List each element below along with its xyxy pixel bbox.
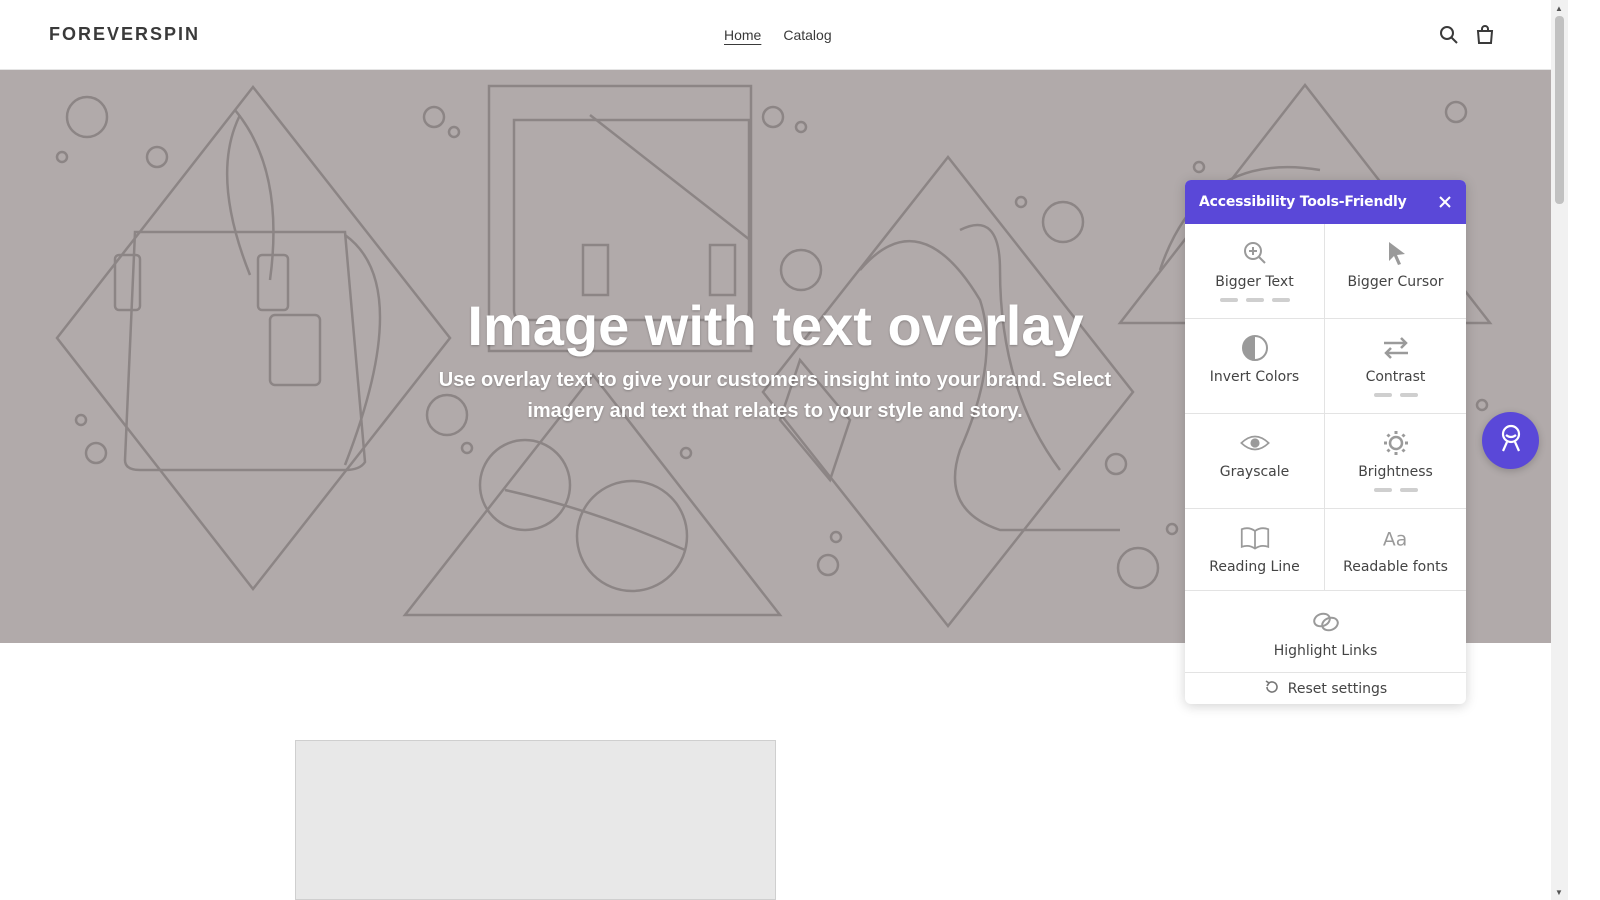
- reset-icon: [1264, 679, 1280, 699]
- nav-catalog-link[interactable]: Catalog: [783, 27, 831, 43]
- brightness-label: Brightness: [1358, 464, 1433, 480]
- reset-settings-label: Reset settings: [1287, 681, 1388, 697]
- page-scrollbar[interactable]: ▲ ▼: [1551, 0, 1568, 900]
- sun-icon: [1381, 428, 1411, 458]
- nav-home-link[interactable]: Home: [724, 27, 761, 43]
- contrast-label: Contrast: [1365, 369, 1426, 385]
- scroll-down-icon[interactable]: ▼: [1555, 888, 1563, 897]
- zoom-in-icon: [1240, 238, 1270, 268]
- bigger-cursor-label: Bigger Cursor: [1347, 274, 1444, 290]
- accessibility-toggle-button[interactable]: [1482, 412, 1539, 469]
- swap-arrows-icon: [1381, 333, 1411, 363]
- site-logo[interactable]: FOREVERSPIN: [49, 24, 200, 45]
- bigger-cursor-button[interactable]: Bigger Cursor: [1325, 224, 1466, 319]
- bigger-text-label: Bigger Text: [1215, 274, 1294, 290]
- level-indicator: [1373, 488, 1418, 492]
- readable-fonts-label: Readable fonts: [1343, 559, 1448, 575]
- invert-colors-label: Invert Colors: [1209, 369, 1300, 385]
- hero-subtitle: Use overlay text to give your customers …: [438, 369, 1112, 422]
- accessibility-panel-header: Accessibility Tools-Friendly: [1185, 180, 1466, 224]
- reset-settings-button[interactable]: Reset settings: [1185, 673, 1466, 704]
- half-circle-icon: [1240, 333, 1270, 363]
- level-indicator: [1219, 298, 1290, 302]
- accessibility-person-icon: [1497, 423, 1525, 458]
- readable-fonts-button[interactable]: Aa Readable fonts: [1325, 509, 1466, 591]
- brightness-button[interactable]: Brightness: [1325, 414, 1466, 509]
- bigger-text-button[interactable]: Bigger Text: [1185, 224, 1325, 319]
- accessibility-panel-title: Accessibility Tools-Friendly: [1199, 194, 1407, 210]
- reading-line-label: Reading Line: [1209, 559, 1300, 575]
- grayscale-button[interactable]: Grayscale: [1185, 414, 1325, 509]
- scroll-up-icon[interactable]: ▲: [1555, 4, 1563, 13]
- main-nav: Home Catalog: [724, 27, 832, 43]
- image-placeholder: [295, 740, 776, 900]
- contrast-button[interactable]: Contrast: [1325, 319, 1466, 414]
- site-header: FOREVERSPIN Home Catalog: [0, 0, 1551, 70]
- cart-icon[interactable]: [1474, 24, 1496, 46]
- link-icon: [1311, 607, 1341, 637]
- cursor-icon: [1381, 238, 1411, 268]
- reading-line-button[interactable]: Reading Line: [1185, 509, 1325, 591]
- accessibility-panel: Accessibility Tools-Friendly Bigger Text…: [1185, 180, 1466, 704]
- svg-text:Aa: Aa: [1382, 530, 1406, 551]
- highlight-links-button[interactable]: Highlight Links: [1185, 591, 1466, 673]
- font-aa-icon: Aa: [1381, 523, 1411, 553]
- book-icon: [1240, 523, 1270, 553]
- eye-icon: [1239, 428, 1270, 458]
- invert-colors-button[interactable]: Invert Colors: [1185, 319, 1325, 414]
- search-icon[interactable]: [1438, 24, 1460, 46]
- grayscale-label: Grayscale: [1219, 464, 1290, 480]
- level-indicator: [1373, 393, 1418, 397]
- highlight-links-label: Highlight Links: [1273, 643, 1378, 659]
- close-icon[interactable]: [1436, 193, 1454, 211]
- scrollbar-thumb[interactable]: [1555, 16, 1564, 204]
